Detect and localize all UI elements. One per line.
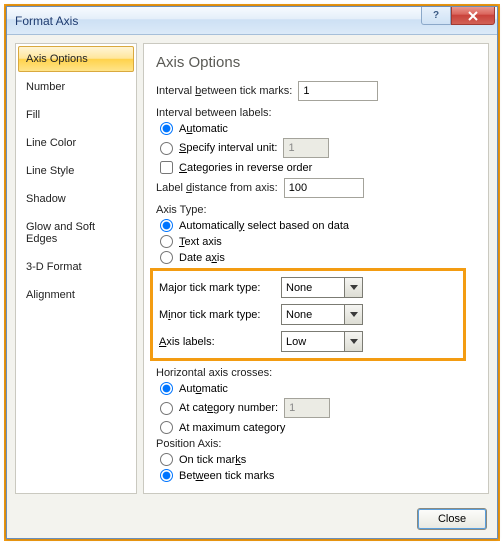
row-axis-labels: Axis labels: Low [159,331,457,352]
input-label-distance[interactable] [284,178,364,198]
label-distance: Label distance from axis: [156,182,278,194]
main-panel: Axis Options Interval between tick marks… [143,43,489,494]
input-interval-specify[interactable] [283,138,329,158]
opt-axis-type-date: Date axis [158,251,476,264]
opt-interval-specify: Specify interval unit: [158,138,476,158]
radio-interval-auto[interactable] [160,122,173,135]
sidebar-item-line-color[interactable]: Line Color [18,130,134,156]
label-position-on: On tick marks [179,454,246,466]
header-position-axis: Position Axis: [156,438,476,450]
sidebar-item-label: Alignment [26,289,75,301]
header-axis-type: Axis Type: [156,204,476,216]
sidebar-item-3d-format[interactable]: 3-D Format [18,254,134,280]
sidebar-item-label: 3-D Format [26,261,82,273]
radio-axis-type-date[interactable] [160,251,173,264]
radio-horiz-category[interactable] [160,402,173,415]
panel-title: Axis Options [156,54,476,71]
label-axis-type-text: Text axis [179,236,222,248]
label-interval-auto: Automatic [179,123,228,135]
chevron-down-icon [344,332,362,351]
window-controls: ? [421,7,495,25]
opt-position-on: On tick marks [158,453,476,466]
row-minor-tick: Minor tick mark type: None [159,304,457,325]
label-axis-labels: Axis labels: [159,336,277,348]
radio-position-between[interactable] [160,469,173,482]
window-close-button[interactable] [451,7,495,25]
label-reverse-order: Categories in reverse order [179,162,312,174]
sidebar-item-alignment[interactable]: Alignment [18,282,134,308]
sidebar-item-glow-soft-edges[interactable]: Glow and Soft Edges [18,214,134,252]
radio-axis-type-text[interactable] [160,235,173,248]
titlebar: Format Axis ? [7,7,497,35]
sidebar-item-label: Fill [26,109,40,121]
combo-axis-labels[interactable]: Low [281,331,363,352]
chevron-down-icon [344,305,362,324]
label-axis-type-auto: Automatically select based on data [179,220,349,232]
row-major-tick: Major tick mark type: None [159,277,457,298]
checkbox-reverse-order[interactable] [160,161,173,174]
opt-reverse-order: Categories in reverse order [158,161,476,174]
combo-minor-tick-value: None [282,309,344,321]
format-axis-dialog: Format Axis ? Axis Options Number Fill L… [6,6,498,539]
label-horiz-auto: Automatic [179,383,228,395]
dialog-footer: Close [7,502,497,538]
opt-position-between: Between tick marks [158,469,476,482]
combo-minor-tick[interactable]: None [281,304,363,325]
close-icon [467,11,479,21]
row-label-distance: Label distance from axis: [156,178,476,198]
label-interval-tick-marks: Interval between tick marks: [156,85,292,97]
opt-axis-type-auto: Automatically select based on data [158,219,476,232]
window-title: Format Axis [15,14,78,28]
radio-interval-specify[interactable] [160,142,173,155]
radio-horiz-auto[interactable] [160,382,173,395]
sidebar-item-label: Number [26,81,65,93]
opt-interval-auto: Automatic [158,122,476,135]
sidebar-item-label: Line Style [26,165,74,177]
input-interval-tick-marks[interactable] [298,81,378,101]
radio-position-on[interactable] [160,453,173,466]
sidebar-item-number[interactable]: Number [18,74,134,100]
label-interval-specify: Specify interval unit: [179,142,277,154]
input-horiz-category[interactable] [284,398,330,418]
sidebar-item-label: Glow and Soft Edges [26,221,95,245]
sidebar-item-axis-options[interactable]: Axis Options [18,46,134,72]
opt-horiz-auto: Automatic [158,382,476,395]
highlight-box-tick-settings: Major tick mark type: None Minor tick ma… [150,268,466,361]
radio-horiz-max[interactable] [160,421,173,434]
label-minor-tick: Minor tick mark type: [159,309,277,321]
label-horiz-category: At category number: [179,402,278,414]
dialog-body: Axis Options Number Fill Line Color Line… [7,35,497,502]
opt-horiz-category: At category number: [158,398,476,418]
combo-major-tick[interactable]: None [281,277,363,298]
category-sidebar: Axis Options Number Fill Line Color Line… [15,43,137,494]
opt-axis-type-text: Text axis [158,235,476,248]
sidebar-item-label: Axis Options [26,53,88,65]
chevron-down-icon [344,278,362,297]
sidebar-item-label: Line Color [26,137,76,149]
sidebar-item-shadow[interactable]: Shadow [18,186,134,212]
help-icon: ? [433,10,439,21]
opt-horiz-max: At maximum category [158,421,476,434]
screenshot-highlight-border: Format Axis ? Axis Options Number Fill L… [4,4,500,541]
label-axis-type-date: Date axis [179,252,225,264]
label-major-tick: Major tick mark type: [159,282,277,294]
sidebar-item-line-style[interactable]: Line Style [18,158,134,184]
row-interval-tick-marks: Interval between tick marks: [156,81,476,101]
radio-axis-type-auto[interactable] [160,219,173,232]
combo-major-tick-value: None [282,282,344,294]
close-button[interactable]: Close [417,508,487,530]
label-horiz-max: At maximum category [179,422,285,434]
help-button[interactable]: ? [421,7,451,25]
header-interval-labels: Interval between labels: [156,107,476,119]
header-horiz-crosses: Horizontal axis crosses: [156,367,476,379]
sidebar-item-fill[interactable]: Fill [18,102,134,128]
label-position-between: Between tick marks [179,470,274,482]
combo-axis-labels-value: Low [282,336,344,348]
sidebar-item-label: Shadow [26,193,66,205]
